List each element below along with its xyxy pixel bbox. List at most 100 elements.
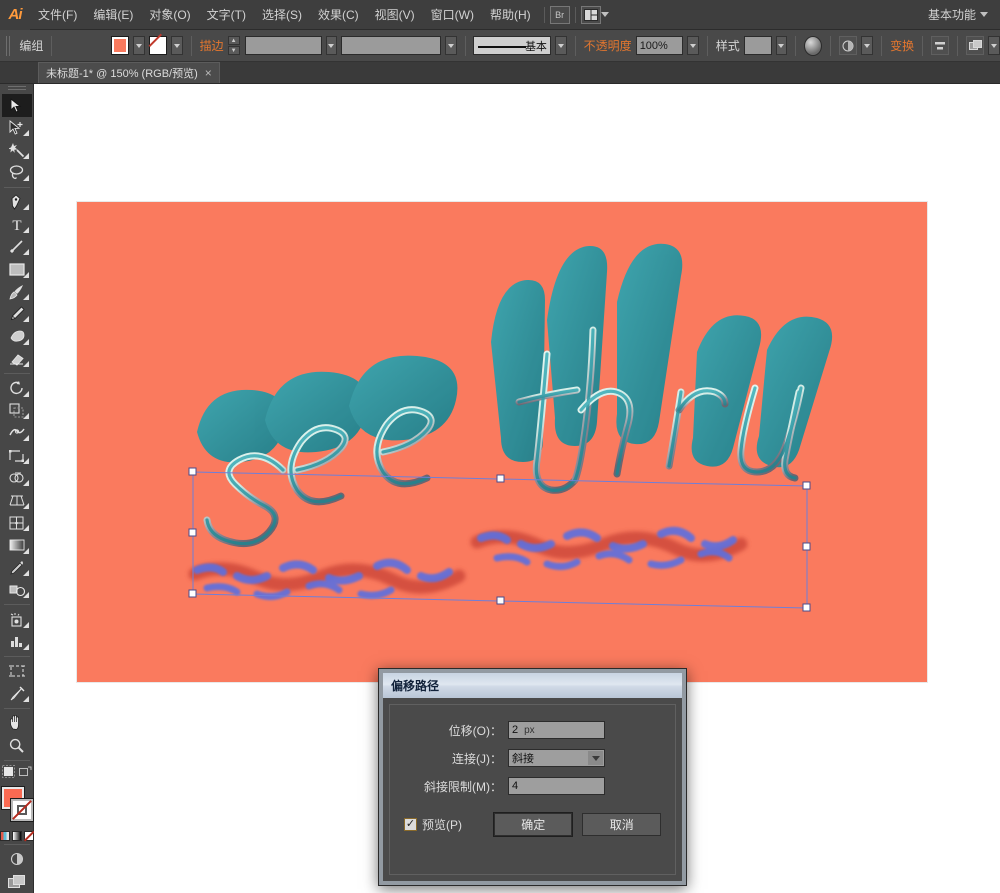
tool-divider-6 [3,759,30,761]
transform-label[interactable]: 变换 [890,37,914,54]
bridge-icon[interactable]: Br [549,5,570,24]
recolor-caret-icon[interactable] [861,36,874,55]
gradient-tool[interactable] [2,534,32,556]
brush-definition-caret-icon[interactable] [554,36,567,55]
style-caret-icon[interactable] [775,36,788,55]
preview-checkbox[interactable]: ✓ [404,818,417,831]
pen-tool[interactable] [2,191,32,213]
menu-effect[interactable]: 效果(C) [310,0,367,30]
opacity-label: 不透明度 [583,39,632,53]
workspace-switcher[interactable]: 基本功能 [922,6,994,23]
type-tool[interactable]: T [2,213,32,235]
menu-bar: Ai 文件(F) 编辑(E) 对象(O) 文字(T) 选择(S) 效果(C) 视… [0,0,1000,30]
shape-builder-tool[interactable] [2,467,32,489]
free-transform-tool[interactable] [2,444,32,466]
preview-checkbox-wrap[interactable]: ✓ 预览(P) [404,816,484,833]
symbol-sprayer-tool[interactable] [2,608,32,630]
document-tab[interactable]: 未标题-1* @ 150% (RGB/预览) × [38,62,220,83]
chevron-down-icon[interactable] [588,751,603,765]
close-icon[interactable]: × [205,67,212,79]
menu-object[interactable]: 对象(O) [141,0,198,30]
draw-mode-sphere-icon[interactable] [804,35,823,56]
eraser-tool[interactable] [2,348,32,370]
scale-tool[interactable] [2,400,32,422]
tools-panel-grip[interactable] [7,86,26,93]
style-swatch-field[interactable] [743,36,772,55]
menu-window[interactable]: 窗口(W) [423,0,482,30]
app-logo-icon: Ai [0,0,30,30]
rotate-tool[interactable] [2,377,32,399]
rectangle-tool[interactable] [2,258,32,280]
column-graph-tool[interactable] [2,631,32,653]
magic-wand-tool[interactable] [2,139,32,161]
align-icon[interactable] [930,36,950,55]
variable-width-caret-icon[interactable] [444,36,457,55]
line-segment-tool[interactable] [2,236,32,258]
menu-view[interactable]: 视图(V) [367,0,423,30]
offset-input[interactable]: 2 px [508,721,605,739]
workspace-caret-icon[interactable] [980,12,988,17]
drawing-modes-icon[interactable] [2,848,32,870]
document-setup-caret-icon[interactable] [988,36,1000,55]
pencil-tool[interactable] [2,303,32,325]
stroke-weight-field[interactable] [244,36,322,55]
artwork-see-thru [188,243,833,601]
eyedropper-tool[interactable] [2,557,32,579]
dialog-title-bar[interactable]: 偏移路径 [383,673,682,698]
cb-divider-7 [830,35,832,56]
offset-path-dialog[interactable]: 偏移路径 位移(O)： 2 px 连接(J)： 斜接 斜接限制(M)： 4 ✓ … [378,668,687,886]
brush-definition-field[interactable]: 基本 [473,36,551,55]
tool-divider-4 [3,656,30,657]
artboard-tool[interactable] [2,660,32,682]
mesh-tool[interactable] [2,512,32,534]
document-tab-bar: 未标题-1* @ 150% (RGB/预览) × [0,62,1000,84]
menu-edit[interactable]: 编辑(E) [85,0,141,30]
style-label: 样式 [715,39,740,53]
screen-mode-icon[interactable] [2,871,32,893]
gradient-swatch-icon[interactable] [11,831,22,842]
cancel-button[interactable]: 取消 [582,813,661,836]
opacity-caret-icon[interactable] [687,36,699,55]
joint-row: 连接(J)： 斜接 [404,749,661,767]
artboard[interactable] [77,202,927,682]
stroke-weight-stepper[interactable]: ▲ ▼ [227,36,240,55]
slice-tool[interactable] [2,682,32,704]
fill-swatch-caret-icon[interactable] [132,36,145,55]
variable-width-field[interactable] [341,36,441,55]
menu-select[interactable]: 选择(S) [254,0,310,30]
offset-row: 位移(O)： 2 px [404,721,661,739]
menu-file[interactable]: 文件(F) [30,0,85,30]
hand-tool[interactable] [2,712,32,734]
selection-tool[interactable] [1,94,32,117]
menu-type[interactable]: 文字(T) [199,0,254,30]
blend-tool[interactable] [2,579,32,601]
blob-brush-tool[interactable] [2,325,32,347]
zoom-tool[interactable] [2,734,32,756]
control-bar-grip[interactable] [6,35,12,56]
arrange-documents-icon[interactable] [580,5,601,24]
recolor-artwork-icon[interactable] [839,36,858,55]
menu-help[interactable]: 帮助(H) [482,0,539,30]
paintbrush-tool[interactable] [2,281,32,303]
stroke-swatch-none[interactable] [9,798,34,823]
stroke-color-swatch[interactable] [148,36,167,55]
direct-selection-tool[interactable] [2,117,32,139]
fill-color-swatch[interactable] [110,36,129,55]
arrange-caret-icon[interactable] [600,12,609,17]
dialog-footer: ✓ 预览(P) 确定 取消 [404,813,661,836]
perspective-grid-tool[interactable] [2,489,32,511]
stroke-swatch-caret-icon[interactable] [170,36,183,55]
opacity-field[interactable]: 100% [635,36,684,55]
ok-button[interactable]: 确定 [493,813,573,836]
cb-divider-8 [881,35,883,56]
document-setup-icon[interactable] [965,36,985,55]
width-tool[interactable] [2,422,32,444]
color-swatch-icon[interactable] [0,831,10,842]
miter-limit-input[interactable]: 4 [508,777,605,795]
change-screen-mode-small-icon[interactable] [18,765,32,783]
joint-select[interactable]: 斜接 [508,749,605,767]
none-swatch-icon[interactable] [23,831,34,842]
lasso-tool[interactable] [2,162,32,184]
draw-normal-icon[interactable] [1,765,15,783]
stroke-weight-caret-icon[interactable] [325,36,338,55]
